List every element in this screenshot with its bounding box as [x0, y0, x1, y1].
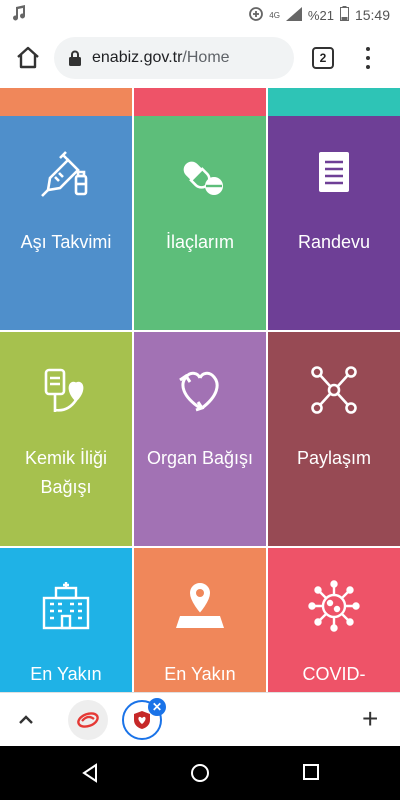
tile-asi-takvimi[interactable]: Aşı Takvimi: [0, 116, 132, 330]
home-circle-icon[interactable]: [190, 763, 210, 783]
address-bar[interactable]: enabiz.gov.tr/Home: [54, 37, 294, 79]
new-tab-icon[interactable]: +: [362, 705, 378, 733]
tile-strip: [0, 88, 132, 116]
network-label: 4G: [269, 10, 280, 20]
battery-percent: %21: [307, 7, 334, 23]
data-saver-icon: [249, 6, 264, 24]
tile-label: Aşı Takvimi: [20, 232, 112, 252]
tile-label: Organ Bağışı: [146, 448, 254, 468]
tile-label: COVID-19(İdari İzin Durumu): [302, 664, 366, 684]
signal-icon: [285, 6, 302, 24]
tile-organ-bagisi[interactable]: Organ Bağışı: [134, 332, 266, 546]
status-bar: 4G %21 15:49: [0, 0, 400, 28]
clock: 15:49: [354, 7, 390, 23]
tile-kemik-iligi-bagisi[interactable]: Kemik İliği Bağışı: [0, 332, 132, 546]
tile-en-yakin-hastane[interactable]: En Yakın Hastane: [0, 548, 132, 692]
hospital-building-icon: [42, 582, 90, 630]
browser-toolbar: enabiz.gov.tr/Home 2: [0, 28, 400, 88]
map-pin-icon: [176, 580, 224, 628]
system-nav-bar: [0, 746, 400, 800]
tab-strip: ✕ +: [0, 692, 400, 746]
back-icon[interactable]: [80, 763, 100, 783]
tile-label: En Yakın Hastane: [30, 664, 102, 684]
tile-label: Paylaşım: [296, 448, 372, 468]
iv-bag-heart-icon: [44, 368, 84, 412]
tile-strip: [268, 88, 400, 116]
url-path: /Home: [182, 49, 230, 66]
tile-label: En Yakın Nöbetçi Eczane: [164, 664, 236, 684]
tab-switcher-button[interactable]: 2: [312, 47, 334, 69]
vaccine-icon: [41, 151, 88, 197]
share-nodes-icon: [311, 366, 357, 414]
lock-icon: [69, 50, 81, 66]
tile-label: İlaçlarım: [165, 232, 234, 252]
tile-ilaclarim[interactable]: İlaçlarım: [134, 116, 266, 330]
recents-icon[interactable]: [302, 763, 322, 783]
tile-en-yakin-nobetci-eczane[interactable]: En Yakın Nöbetçi Eczane: [134, 548, 266, 692]
heart-arrows-icon: [179, 371, 219, 412]
close-tab-icon[interactable]: ✕: [148, 698, 166, 716]
home-icon[interactable]: [14, 44, 42, 72]
chevron-up-icon[interactable]: [16, 710, 36, 730]
document-icon: [319, 152, 349, 192]
enabiz-logo-icon: [77, 712, 99, 728]
tile-label: Kemik İliği Bağışı: [24, 448, 108, 497]
music-note-icon: [10, 4, 28, 25]
more-menu-icon[interactable]: [360, 44, 376, 72]
virus-icon: [308, 580, 360, 632]
tile-randevu[interactable]: Randevu: [268, 116, 400, 330]
tile-label: Randevu: [297, 232, 371, 252]
url-host: enabiz.gov.tr: [92, 49, 183, 66]
tab-enabiz-favicon[interactable]: [68, 700, 108, 740]
tile-paylasim[interactable]: Paylaşım: [268, 332, 400, 546]
pills-icon: [183, 161, 223, 195]
page-content: Aşı Takvimi İlaçlarım Randevu Kemik İliğ…: [0, 88, 400, 692]
tile-strip: [134, 88, 266, 116]
tile-covid-19[interactable]: COVID-19(İdari İzin Durumu): [268, 548, 400, 692]
battery-icon: [339, 6, 349, 24]
